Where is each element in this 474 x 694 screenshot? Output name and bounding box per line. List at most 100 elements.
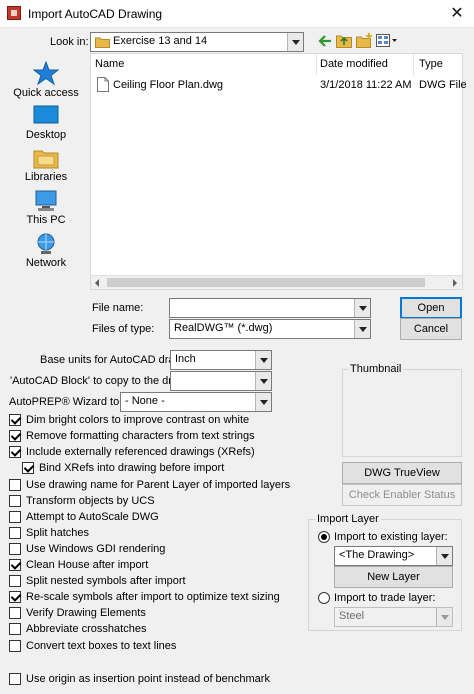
up-folder-icon[interactable] bbox=[336, 33, 352, 48]
place-network[interactable]: Network bbox=[3, 233, 89, 269]
place-this-pc[interactable]: This PC bbox=[3, 190, 89, 226]
option-label: Use origin as insertion point instead of… bbox=[26, 673, 270, 685]
back-arrow-icon[interactable] bbox=[318, 34, 332, 48]
import-existing-radio[interactable] bbox=[318, 531, 330, 543]
import-existing-label: Import to existing layer: bbox=[334, 531, 448, 543]
place-label: Quick access bbox=[13, 87, 79, 99]
autoprep-dropdown[interactable]: - None - bbox=[120, 392, 272, 412]
close-icon[interactable]: ✕ bbox=[444, 3, 470, 25]
column-header-name[interactable]: Name bbox=[95, 58, 124, 70]
convert-text-boxes-checkbox[interactable] bbox=[9, 640, 21, 652]
file-row[interactable]: Ceiling Floor Plan.dwg 3/1/2018 11:22 AM… bbox=[91, 76, 467, 94]
chevron-down-icon[interactable] bbox=[436, 547, 452, 565]
place-quick-access[interactable]: Quick access bbox=[3, 61, 89, 99]
parent-layer-checkbox[interactable] bbox=[9, 479, 21, 491]
place-label: This PC bbox=[26, 214, 66, 226]
new-folder-icon[interactable] bbox=[356, 33, 373, 48]
computer-icon bbox=[35, 190, 57, 211]
option-label: Verify Drawing Elements bbox=[26, 607, 146, 619]
chevron-down-icon[interactable] bbox=[255, 393, 271, 411]
include-xrefs-checkbox[interactable] bbox=[9, 446, 21, 458]
remove-formatting-checkbox[interactable] bbox=[9, 430, 21, 442]
use-origin-checkbox[interactable] bbox=[9, 673, 21, 685]
thumbnail-title: Thumbnail bbox=[348, 363, 404, 375]
option-label: Abbreviate crosshatches bbox=[26, 623, 147, 635]
chevron-down-icon[interactable] bbox=[354, 320, 370, 338]
file-icon bbox=[97, 77, 109, 92]
view-menu-icon[interactable] bbox=[376, 34, 398, 47]
option-label: Convert text boxes to text lines bbox=[26, 640, 177, 652]
option-label: Bind XRefs into drawing before import bbox=[39, 462, 225, 474]
chevron-down-icon[interactable] bbox=[287, 33, 303, 51]
thumbnail-group: Thumbnail bbox=[342, 363, 462, 457]
option-label: Re-scale symbols after import to optimiz… bbox=[26, 591, 280, 603]
chevron-down-icon[interactable] bbox=[354, 299, 370, 317]
file-date: 3/1/2018 11:22 AM bbox=[320, 79, 412, 91]
lookin-dropdown[interactable]: Exercise 13 and 14 bbox=[90, 32, 304, 52]
filetype-dropdown[interactable]: RealDWG™ (*.dwg) bbox=[169, 319, 371, 339]
import-trade-label: Import to trade layer: bbox=[334, 592, 436, 604]
option-label: Use drawing name for Parent Layer of imp… bbox=[26, 479, 291, 491]
open-button[interactable]: Open bbox=[400, 297, 462, 319]
chevron-down-icon[interactable] bbox=[436, 608, 452, 626]
network-icon bbox=[37, 233, 55, 254]
trade-layer-dropdown[interactable]: Steel bbox=[334, 607, 453, 627]
place-desktop[interactable]: Desktop bbox=[3, 105, 89, 141]
option-label: Use Windows GDI rendering bbox=[26, 543, 166, 555]
column-header-date[interactable]: Date modified bbox=[320, 58, 388, 70]
gdi-rendering-checkbox[interactable] bbox=[9, 543, 21, 555]
place-label: Network bbox=[25, 257, 67, 269]
dwg-trueview-button[interactable]: DWG TrueView bbox=[342, 462, 462, 484]
horizontal-scrollbar[interactable] bbox=[91, 275, 462, 289]
scrollbar-thumb[interactable] bbox=[107, 278, 425, 287]
file-list[interactable]: Name Date modified Type Ceiling Floor Pl… bbox=[90, 53, 467, 290]
option-label: Split nested symbols after import bbox=[26, 575, 186, 587]
existing-layer-value: <The Drawing> bbox=[339, 549, 415, 561]
autoscale-checkbox[interactable] bbox=[9, 511, 21, 523]
window-title: Import AutoCAD Drawing bbox=[28, 7, 163, 21]
lookin-value: Exercise 13 and 14 bbox=[113, 35, 208, 47]
cancel-button[interactable]: Cancel bbox=[400, 318, 462, 340]
column-header-type[interactable]: Type bbox=[419, 58, 443, 70]
dim-colors-checkbox[interactable] bbox=[9, 414, 21, 426]
star-icon bbox=[33, 61, 59, 85]
autoprep-value: - None - bbox=[125, 395, 165, 407]
option-label: Clean House after import bbox=[26, 559, 149, 571]
rescale-symbols-checkbox[interactable] bbox=[9, 591, 21, 603]
existing-layer-dropdown[interactable]: <The Drawing> bbox=[334, 546, 453, 566]
chevron-down-icon[interactable] bbox=[255, 351, 271, 369]
column-separator[interactable] bbox=[316, 54, 317, 76]
lookin-label: Look in: bbox=[50, 36, 89, 48]
split-nested-checkbox[interactable] bbox=[9, 575, 21, 587]
option-label: Dim bright colors to improve contrast on… bbox=[26, 414, 250, 426]
option-label: Transform objects by UCS bbox=[26, 495, 155, 507]
place-label: Libraries bbox=[24, 171, 68, 183]
new-layer-button[interactable]: New Layer bbox=[334, 566, 453, 588]
scroll-right-icon[interactable] bbox=[453, 279, 457, 287]
chevron-down-icon[interactable] bbox=[255, 372, 271, 390]
base-units-value: Inch bbox=[175, 353, 196, 365]
places-bar: Quick access Desktop Libraries This PC N… bbox=[3, 51, 89, 303]
column-separator[interactable] bbox=[413, 54, 414, 76]
verify-elements-checkbox[interactable] bbox=[9, 607, 21, 619]
clean-house-checkbox[interactable] bbox=[9, 559, 21, 571]
place-libraries[interactable]: Libraries bbox=[3, 147, 89, 183]
check-enabler-status-button[interactable]: Check Enabler Status bbox=[342, 484, 462, 506]
place-label: Desktop bbox=[25, 129, 67, 141]
abbreviate-crosshatches-checkbox[interactable] bbox=[9, 623, 21, 635]
app-icon bbox=[7, 6, 21, 20]
option-label: Include externally referenced drawings (… bbox=[26, 446, 255, 458]
bind-xrefs-checkbox[interactable] bbox=[22, 462, 34, 474]
title-bar: Import AutoCAD Drawing ✕ bbox=[0, 0, 474, 28]
filetype-label: Files of type: bbox=[92, 323, 155, 335]
base-units-dropdown[interactable]: Inch bbox=[170, 350, 272, 370]
import-trade-radio[interactable] bbox=[318, 592, 330, 604]
acad-block-dropdown[interactable] bbox=[170, 371, 272, 391]
split-hatches-checkbox[interactable] bbox=[9, 527, 21, 539]
filename-input[interactable] bbox=[169, 298, 371, 318]
option-label: Remove formatting characters from text s… bbox=[26, 430, 255, 442]
scroll-left-icon[interactable] bbox=[95, 279, 99, 287]
transform-ucs-checkbox[interactable] bbox=[9, 495, 21, 507]
folder-icon bbox=[95, 37, 110, 48]
file-type: DWG File bbox=[419, 79, 467, 91]
